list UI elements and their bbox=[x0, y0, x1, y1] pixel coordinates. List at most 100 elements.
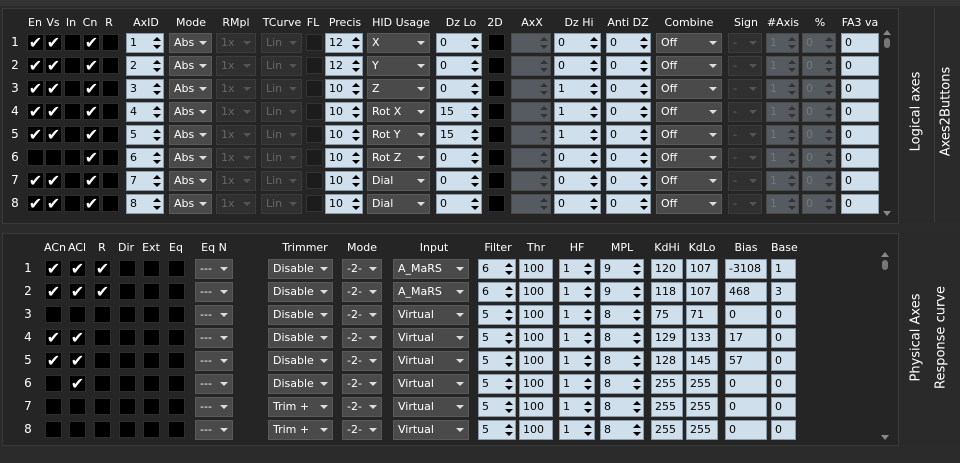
r-checkbox[interactable] bbox=[102, 149, 119, 166]
spin-arrows-icon[interactable] bbox=[590, 104, 598, 120]
bias-field[interactable]: 17 bbox=[725, 328, 767, 348]
trimmer-select[interactable]: Disable bbox=[268, 259, 333, 279]
acn-checkbox[interactable] bbox=[45, 398, 62, 415]
r-checkbox[interactable] bbox=[94, 352, 111, 369]
axid-spinner[interactable]: 6 bbox=[126, 148, 164, 168]
combine-select[interactable]: Off bbox=[656, 194, 722, 214]
anti-deadzone-spinner[interactable]: 0 bbox=[606, 125, 651, 145]
anti-deadzone-spinner[interactable]: 0 bbox=[606, 79, 651, 99]
spin-arrows-icon[interactable] bbox=[640, 81, 648, 97]
mode-select[interactable]: Abs bbox=[169, 79, 212, 99]
spin-arrows-icon[interactable] bbox=[505, 330, 513, 346]
bias-field[interactable]: 57 bbox=[725, 351, 767, 371]
acl-checkbox[interactable]: ✔ bbox=[69, 283, 86, 300]
dir-checkbox[interactable] bbox=[119, 283, 136, 300]
2d-checkbox[interactable] bbox=[488, 195, 505, 212]
spin-arrows-icon[interactable] bbox=[352, 173, 360, 189]
precision-spinner[interactable]: 12 bbox=[325, 33, 363, 53]
threshold-field[interactable]: 100 bbox=[519, 259, 553, 279]
spin-arrows-icon[interactable] bbox=[153, 104, 161, 120]
dir-checkbox[interactable] bbox=[119, 421, 136, 438]
precision-spinner[interactable]: 10 bbox=[325, 102, 363, 122]
spin-arrows-icon[interactable] bbox=[471, 35, 479, 51]
spin-arrows-icon[interactable] bbox=[633, 422, 641, 438]
spin-arrows-icon[interactable] bbox=[640, 104, 648, 120]
trimmer-select[interactable]: Trim + bbox=[268, 420, 333, 440]
axid-spinner[interactable]: 8 bbox=[126, 194, 164, 214]
vs-checkbox[interactable]: ✔ bbox=[45, 57, 62, 74]
combine-select[interactable]: Off bbox=[656, 56, 722, 76]
eq-checkbox[interactable] bbox=[168, 283, 185, 300]
in-checkbox[interactable] bbox=[64, 80, 81, 97]
hid-usage-select[interactable]: Y bbox=[367, 56, 430, 76]
spin-arrows-icon[interactable] bbox=[584, 422, 592, 438]
bias-field[interactable]: 468 bbox=[725, 282, 767, 302]
base-field[interactable]: 0 bbox=[771, 328, 796, 348]
spin-arrows-icon[interactable] bbox=[505, 353, 513, 369]
combine-select[interactable]: Off bbox=[656, 171, 722, 191]
spin-arrows-icon[interactable] bbox=[153, 196, 161, 212]
mode-select[interactable]: Abs bbox=[169, 148, 212, 168]
cn-checkbox[interactable]: ✔ bbox=[83, 103, 100, 120]
combine-select[interactable]: Off bbox=[656, 102, 722, 122]
spin-arrows-icon[interactable] bbox=[505, 261, 513, 277]
deadzone-high-spinner[interactable]: 0 bbox=[554, 194, 601, 214]
hid-usage-select[interactable]: Rot Z bbox=[367, 148, 430, 168]
base-field[interactable]: 3 bbox=[771, 282, 796, 302]
mpl-spinner[interactable]: 9 bbox=[600, 259, 644, 279]
fa3-value-field[interactable]: 0 bbox=[841, 102, 879, 122]
deadzone-high-spinner[interactable]: 0 bbox=[554, 171, 601, 191]
deadzone-low-spinner[interactable]: 0 bbox=[436, 79, 482, 99]
vs-checkbox[interactable] bbox=[45, 149, 62, 166]
r-checkbox[interactable] bbox=[102, 172, 119, 189]
combine-select[interactable]: Off bbox=[656, 125, 722, 145]
trimmer-select[interactable]: Disable bbox=[268, 282, 333, 302]
r-checkbox[interactable] bbox=[102, 126, 119, 143]
2d-checkbox[interactable] bbox=[488, 34, 505, 51]
axid-spinner[interactable]: 4 bbox=[126, 102, 164, 122]
bias-field[interactable]: -3108 bbox=[725, 259, 767, 279]
deadzone-low-spinner[interactable]: 0 bbox=[436, 148, 482, 168]
spin-arrows-icon[interactable] bbox=[352, 104, 360, 120]
in-checkbox[interactable] bbox=[64, 195, 81, 212]
combine-select[interactable]: Off bbox=[656, 148, 722, 168]
acl-checkbox[interactable] bbox=[69, 398, 86, 415]
filter-spinner[interactable]: 5 bbox=[478, 420, 516, 440]
anti-deadzone-spinner[interactable]: 0 bbox=[606, 171, 651, 191]
eq-n-select[interactable]: --- bbox=[195, 351, 233, 371]
acn-checkbox[interactable]: ✔ bbox=[45, 260, 62, 277]
fa3-value-field[interactable]: 0 bbox=[841, 33, 879, 53]
mode-select[interactable]: -2- bbox=[342, 420, 382, 440]
eq-checkbox[interactable] bbox=[168, 329, 185, 346]
scroll-up-icon[interactable] bbox=[881, 252, 889, 257]
scroll-thumb[interactable] bbox=[884, 38, 890, 48]
spin-arrows-icon[interactable] bbox=[590, 35, 598, 51]
filter-spinner[interactable]: 5 bbox=[478, 305, 516, 325]
vs-checkbox[interactable]: ✔ bbox=[45, 80, 62, 97]
spin-arrows-icon[interactable] bbox=[352, 127, 360, 143]
spin-arrows-icon[interactable] bbox=[640, 127, 648, 143]
precision-spinner[interactable]: 10 bbox=[325, 148, 363, 168]
in-checkbox[interactable] bbox=[64, 149, 81, 166]
vs-checkbox[interactable]: ✔ bbox=[45, 172, 62, 189]
eq-n-select[interactable]: --- bbox=[195, 282, 233, 302]
spin-arrows-icon[interactable] bbox=[153, 127, 161, 143]
spin-arrows-icon[interactable] bbox=[471, 58, 479, 74]
threshold-field[interactable]: 100 bbox=[519, 397, 553, 417]
fa3-value-field[interactable]: 0 bbox=[841, 171, 879, 191]
input-select[interactable]: A_MaRS bbox=[393, 259, 469, 279]
trimmer-select[interactable]: Disable bbox=[268, 328, 333, 348]
mode-select[interactable]: Abs bbox=[169, 125, 212, 145]
hf-spinner[interactable]: 1 bbox=[559, 328, 595, 348]
ext-checkbox[interactable] bbox=[143, 283, 160, 300]
vs-checkbox[interactable]: ✔ bbox=[45, 195, 62, 212]
input-select[interactable]: Virtual bbox=[393, 374, 469, 394]
r-checkbox[interactable] bbox=[102, 80, 119, 97]
kdlo-field[interactable]: 71 bbox=[686, 305, 718, 325]
enable-checkbox[interactable]: ✔ bbox=[27, 34, 44, 51]
axid-spinner[interactable]: 5 bbox=[126, 125, 164, 145]
scroll-up-icon[interactable] bbox=[883, 30, 891, 35]
threshold-field[interactable]: 100 bbox=[519, 328, 553, 348]
mode-select[interactable]: -2- bbox=[342, 259, 382, 279]
trimmer-select[interactable]: Trim + bbox=[268, 397, 333, 417]
